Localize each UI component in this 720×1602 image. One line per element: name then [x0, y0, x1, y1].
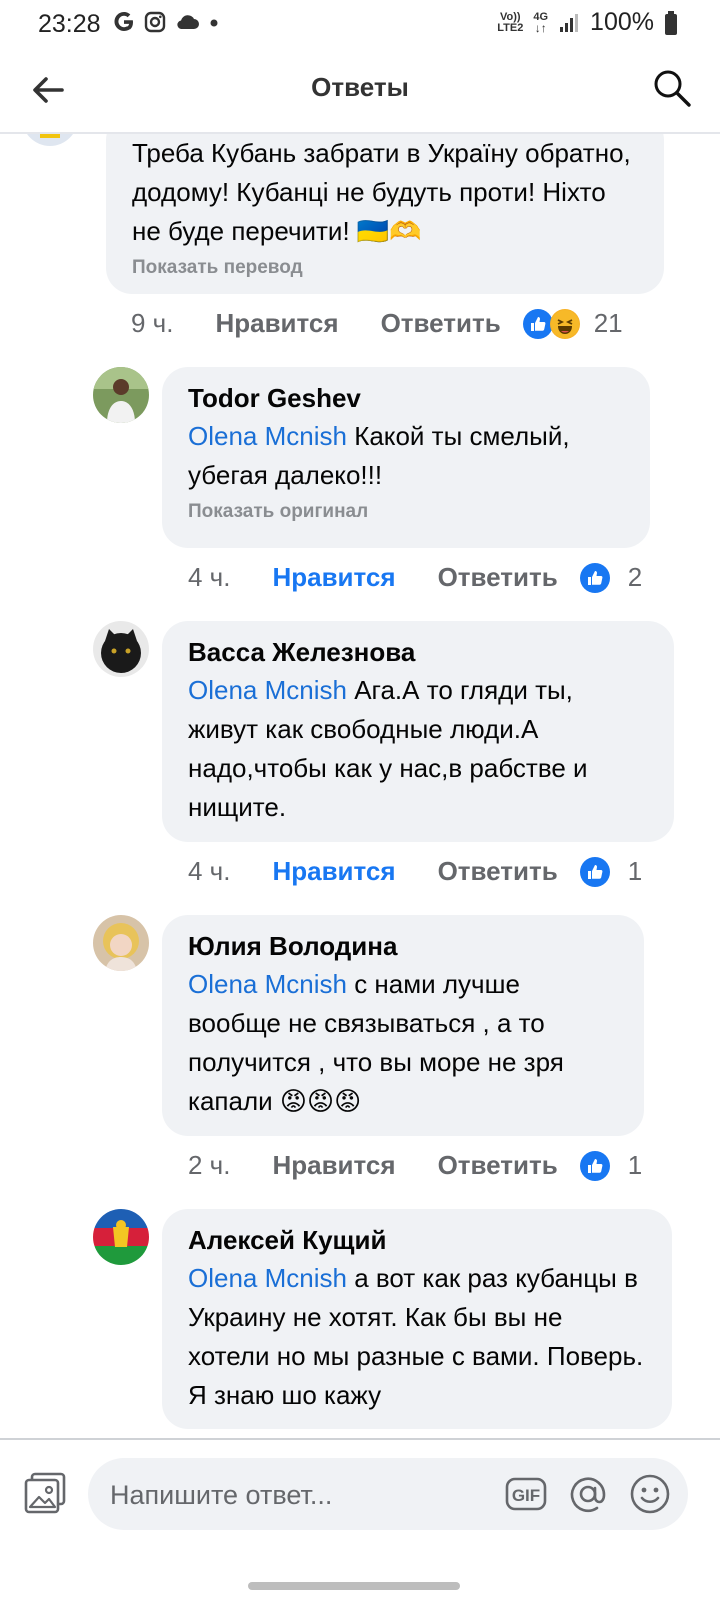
reactions[interactable]: 2 [579, 562, 643, 593]
avatar[interactable] [93, 621, 149, 677]
comment-author[interactable]: Алексей Кущий [188, 1221, 646, 1259]
avatar[interactable] [93, 367, 149, 423]
reaction-count: 2 [627, 562, 643, 592]
comment-time: 2 ч. [188, 1150, 231, 1180]
comment-time: 4 ч. [188, 562, 231, 592]
like-reaction-icon [579, 562, 610, 593]
smiley-icon [630, 1474, 670, 1514]
comment-bubble: Васса Железнова Olena Mcnish Ага.А то гл… [162, 621, 674, 842]
comment-text: Треба Кубань забрати в Україну обратно, … [132, 138, 631, 246]
status-bar: 23:28 Vo)) LTE2 4G ↓↑ 100% [0, 0, 720, 48]
like-button[interactable]: Нравится [215, 308, 338, 339]
avatar-image [93, 915, 149, 971]
reaction-count: 1 [627, 856, 643, 886]
reply-button[interactable]: Ответить [381, 308, 501, 339]
reply-button[interactable]: Ответить [438, 562, 558, 593]
reply-button[interactable]: Ответить [438, 1150, 558, 1181]
battery-percent: 100% [590, 8, 654, 36]
app-header: Ответы [0, 48, 720, 134]
mention-button[interactable] [566, 1472, 610, 1516]
mention-link[interactable]: Olena Mcnish [188, 969, 347, 999]
page-title: Ответы [311, 72, 409, 102]
comment-author[interactable]: Васса Железнова [188, 633, 648, 671]
comment-author[interactable]: Todor Geshev [188, 379, 624, 417]
reactions[interactable]: 1 [579, 1150, 643, 1181]
reactions[interactable]: 1 [579, 856, 643, 887]
emoji-button[interactable] [628, 1472, 672, 1516]
like-button[interactable]: Нравится [272, 562, 395, 593]
search-button[interactable] [650, 66, 694, 110]
comment-time: 9 ч. [131, 308, 174, 338]
photo-gallery-icon [24, 1472, 66, 1514]
avatar-image [93, 621, 149, 677]
signal-icon [560, 13, 579, 32]
mention-link[interactable]: Olena Mcnish [188, 421, 347, 451]
photo-button[interactable] [22, 1470, 68, 1516]
like-button[interactable]: Нравится [272, 856, 395, 887]
reaction-count: 1 [627, 1150, 643, 1180]
gif-button[interactable]: GIF [504, 1472, 548, 1516]
avatar[interactable] [93, 915, 149, 971]
reply-button[interactable]: Ответить [438, 856, 558, 887]
comment-bubble: Todor Geshev Olena Mcnish Какой ты смелы… [162, 367, 650, 548]
google-icon [114, 12, 133, 31]
comment-actions: 2 ч. Нравится Ответить 1 [188, 1150, 642, 1181]
cloud-icon [177, 15, 199, 29]
avatar-image [93, 367, 149, 423]
comment-time: 4 ч. [188, 856, 231, 886]
data-arrows-icon: ↓↑ [534, 20, 547, 35]
comment-actions: 4 ч. Нравится Ответить 1 [188, 856, 642, 887]
reaction-count: 21 [593, 308, 623, 338]
reply-composer: GIF [0, 1438, 720, 1602]
reactions[interactable]: 21 [522, 308, 623, 339]
battery-icon [665, 10, 677, 35]
comment-bubble: Треба Кубань забрати в Україну обратно, … [106, 134, 664, 294]
avatar-image [93, 1209, 149, 1265]
search-icon [654, 70, 691, 107]
like-button[interactable]: Нравится [272, 1150, 395, 1181]
gif-label: GIF [512, 1486, 540, 1505]
mention-link[interactable]: Olena Mcnish [188, 675, 347, 705]
like-reaction-icon [522, 308, 553, 339]
lte-label: LTE2 [497, 21, 524, 34]
comment-actions: 4 ч. Нравится Ответить 2 [188, 562, 642, 593]
reply-input-container[interactable]: GIF [88, 1458, 688, 1532]
replies-list[interactable]: Треба Кубань забрати в Україну обратно, … [0, 134, 720, 1438]
status-time: 23:28 [38, 10, 101, 38]
gif-icon: GIF [505, 1477, 547, 1511]
comment-bubble: Юлия Володина Olena Mcnish с нами лучше … [162, 915, 644, 1136]
comment-author[interactable]: Юлия Володина [188, 927, 618, 965]
avatar[interactable] [22, 134, 78, 146]
mention-link[interactable]: Olena Mcnish [188, 1263, 347, 1293]
at-sign-icon [570, 1477, 606, 1513]
like-reaction-icon [579, 1150, 610, 1181]
volte-label: Vo)) [500, 10, 521, 23]
show-translation-link[interactable]: Показать перевод [132, 257, 638, 279]
dot-icon [210, 19, 218, 27]
avatar-image [22, 134, 78, 146]
instagram-icon [144, 11, 166, 33]
reply-input[interactable] [108, 1458, 492, 1532]
show-original-link[interactable]: Показать оригинал [188, 501, 624, 523]
comment-bubble: Алексей Кущий Olena Mcnish а вот как раз… [162, 1209, 672, 1429]
haha-reaction-icon [549, 308, 580, 339]
home-gesture-bar[interactable] [248, 1582, 460, 1590]
avatar[interactable] [93, 1209, 149, 1265]
like-reaction-icon [579, 856, 610, 887]
comment-actions: 9 ч. Нравится Ответить 21 [131, 308, 623, 339]
